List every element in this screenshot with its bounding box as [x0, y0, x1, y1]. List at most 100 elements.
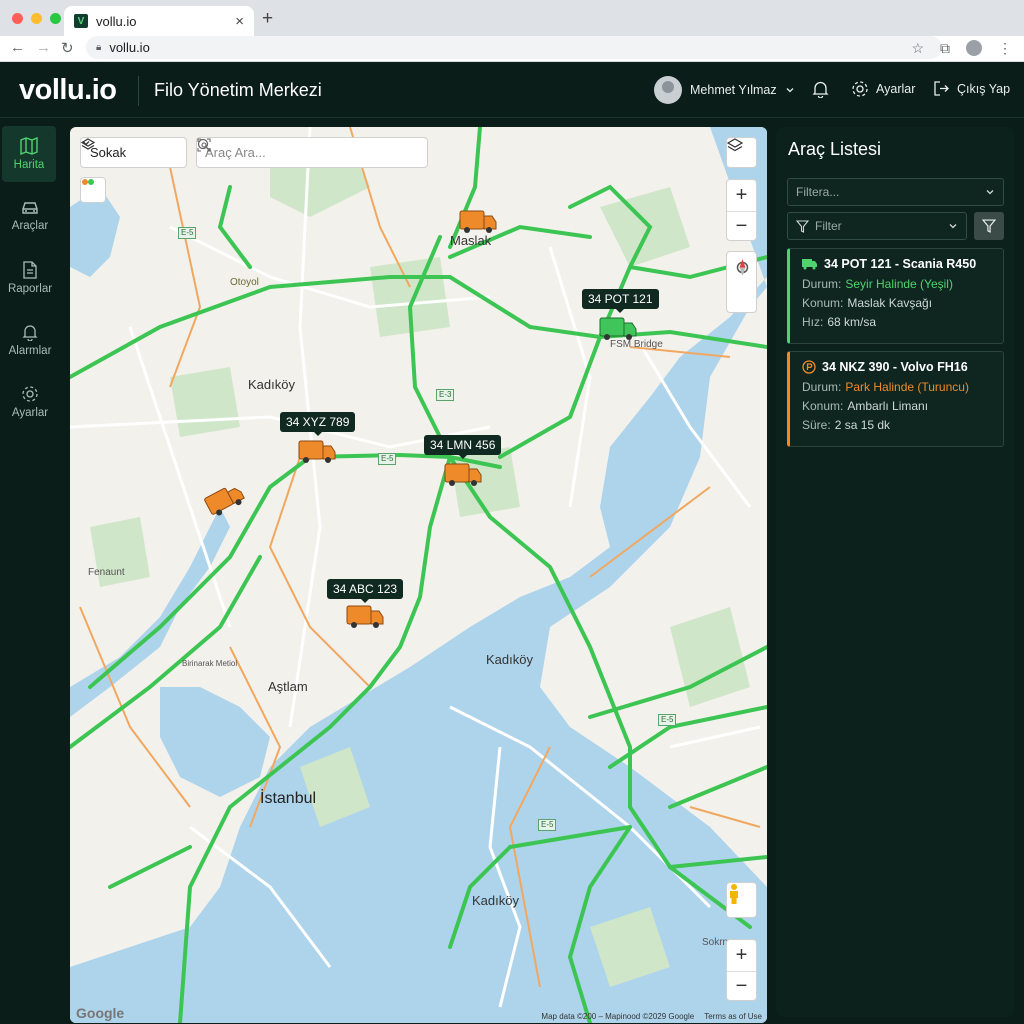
browser-tab[interactable]: V vollu.io × — [64, 6, 254, 36]
map-type-select[interactable]: Sokak — [80, 137, 187, 168]
new-tab-icon[interactable]: + — [262, 8, 273, 30]
place-label: Birinarak Metiol — [182, 659, 238, 668]
chevron-down-icon — [949, 224, 957, 229]
filter-select[interactable]: Filter — [787, 212, 967, 240]
truck-icon — [802, 259, 817, 270]
road — [268, 456, 371, 688]
zoom-in-icon[interactable]: + — [736, 940, 748, 971]
compass-icon[interactable] — [727, 252, 758, 283]
map-type-label: Sokak — [90, 145, 127, 160]
map-canvas[interactable] — [70, 127, 767, 1023]
zoom-out-icon[interactable]: − — [727, 971, 756, 1000]
terms-link[interactable]: Terms as of Use — [704, 1012, 762, 1021]
traffic-lights-icon — [82, 179, 94, 185]
favicon-icon: V — [74, 14, 88, 28]
browser-menu-icon[interactable]: ⋮ — [998, 40, 1012, 57]
filter-input[interactable]: Filtera... — [787, 178, 1004, 206]
attribution-text: Map data ©200 – Mapinood ©2029 Google — [541, 1012, 695, 1021]
duration-value: 2 sa 15 dk — [834, 418, 891, 432]
vehicle-status-row: Durum: Park Halinde (Turuncu) — [802, 380, 993, 394]
scan-icon[interactable] — [197, 138, 211, 152]
back-icon[interactable]: ← — [10, 39, 25, 56]
street — [669, 725, 761, 749]
settings-label: Ayarlar — [876, 82, 916, 96]
notifications-button[interactable] — [812, 80, 829, 98]
vehicle-card[interactable]: 34 NKZ 390 - Volvo FH16 Durum: Park Halin… — [787, 351, 1004, 447]
sidebar-item-reports[interactable]: Raporlar — [0, 250, 60, 306]
logout-button[interactable]: Çıkış Yap — [933, 80, 1010, 97]
funnel-icon — [982, 219, 996, 233]
zoom-in-icon[interactable]: + — [736, 180, 748, 211]
speed-value: 68 km/sa — [827, 315, 877, 329]
truck-marker-maslak — [459, 210, 497, 233]
logout-label: Çıkış Yap — [957, 81, 1011, 96]
lock-icon: 🔒︎ — [96, 42, 102, 53]
traffic-toggle-button[interactable] — [80, 177, 106, 203]
duration-label: Süre: — [802, 418, 831, 432]
panel-title: Araç Listesi — [788, 139, 882, 159]
vehicle-speed-row: Hız: 68 km/sa — [802, 315, 993, 329]
url-field[interactable]: 🔒︎ vollu.io — [86, 36, 942, 59]
vehicle-title: 34 POT 121 - Scania R450 — [824, 257, 977, 271]
browser-tab-strip: V vollu.io × + — [0, 0, 1024, 36]
settings-button[interactable]: Ayarlar — [851, 80, 915, 98]
minimize-window-button[interactable] — [31, 13, 42, 24]
status-value: Park Halinde (Turuncu) — [845, 380, 969, 394]
user-menu[interactable]: Mehmet Yılmaz — [654, 76, 795, 104]
place-label: FSM Bridge — [610, 339, 663, 350]
truck-marker-xyz — [298, 440, 336, 463]
highway — [608, 705, 767, 769]
sidebar-item-label: Ayarlar — [11, 407, 49, 419]
url-text: vollu.io — [109, 40, 150, 55]
sidebar-item-alarms[interactable]: Alarmlar — [0, 312, 60, 368]
bookmark-star-icon[interactable]: ☆ — [911, 40, 924, 57]
avatar — [654, 76, 682, 104]
bell-icon — [22, 325, 38, 341]
sidebar-item-vehicles[interactable]: Araçlar — [0, 188, 60, 244]
vehicle-card-title: 34 POT 121 - Scania R450 — [802, 257, 993, 271]
vehicle-card[interactable]: 34 POT 121 - Scania R450 Durum: Seyir Hal… — [787, 248, 1004, 344]
vehicle-label-abc[interactable]: 34 ABC 123 — [327, 579, 404, 603]
road — [169, 166, 202, 388]
profile-avatar-icon[interactable] — [966, 40, 982, 56]
place-label: Kadıköy — [472, 893, 519, 908]
highway — [668, 765, 767, 809]
zoom-out-icon[interactable]: − — [727, 211, 756, 240]
vehicle-location-row: Konum: Ambarlı Limanı — [802, 399, 993, 413]
app-root: vollu.io Filo Yönetim Merkezi Mehmet Yıl… — [0, 62, 1024, 1024]
app-logo[interactable]: vollu.io — [19, 74, 117, 107]
vehicle-status-row: Durum: Seyir Halinde (Yeşil) — [802, 277, 993, 291]
map-view[interactable]: Maslak FSM Bridge Kadıköy Kadıköy Kadıkö… — [70, 127, 767, 1023]
vehicle-label-lmn[interactable]: 34 LMN 456 — [424, 435, 502, 459]
close-window-button[interactable] — [12, 13, 23, 24]
extensions-icon[interactable]: ⧉ — [940, 40, 950, 57]
sidebar-item-label: Raporlar — [7, 283, 53, 295]
map-attribution: Map data ©200 – Mapinood ©2029 Google Te… — [541, 1012, 762, 1021]
sidebar-item-label: Alarmlar — [8, 345, 52, 357]
browser-toolbar-icons: ☆ ⧉ ⋮ — [911, 40, 1012, 57]
park-area — [670, 607, 750, 707]
place-label: Sokrn — [702, 937, 729, 948]
street-view-button[interactable] — [726, 882, 757, 918]
sidebar-item-settings[interactable]: Ayarlar — [0, 374, 60, 430]
vehicle-label-xyz[interactable]: 34 XYZ 789 — [280, 412, 356, 436]
tab-close-icon[interactable]: × — [235, 13, 244, 30]
sidebar-item-map[interactable]: Harita — [2, 126, 56, 182]
maximize-window-button[interactable] — [50, 13, 61, 24]
vehicle-search-input[interactable]: Araç Ara... — [196, 137, 428, 168]
vehicle-label-pot[interactable]: 34 POT 121 — [582, 289, 659, 313]
route-shield: E-5 — [378, 453, 397, 465]
location-label: Konum: — [802, 296, 844, 310]
logout-icon — [934, 81, 949, 96]
document-icon — [23, 261, 37, 279]
gear-icon — [22, 386, 38, 402]
forward-icon[interactable]: → — [36, 39, 51, 56]
map-icon — [20, 137, 38, 155]
filter-button[interactable] — [974, 212, 1004, 240]
speed-label: Hız: — [802, 315, 824, 329]
reload-icon[interactable]: ↻ — [61, 39, 74, 57]
vehicle-card-title: 34 NKZ 390 - Volvo FH16 — [802, 360, 993, 374]
layers-button[interactable] — [726, 137, 757, 168]
place-label: Maslak — [450, 233, 492, 248]
place-label: Fenaunt — [88, 567, 125, 578]
